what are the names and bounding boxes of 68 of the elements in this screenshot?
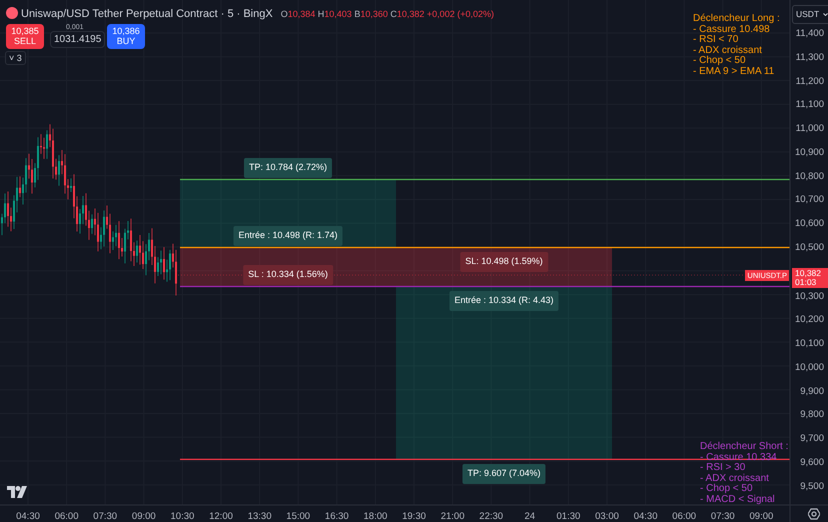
time-label: 06:00 [54,510,78,522]
take-profit-label: TP: 10.784 (2.72%) [244,158,332,178]
price-label: 10,300 [794,290,824,302]
time-label: 24 [524,510,536,522]
settings-icon[interactable] [808,508,820,520]
time-label: 18:00 [364,510,388,522]
price-label: 11,100 [796,99,824,110]
time-label: 22:30 [479,510,504,522]
time-label: 04:30 [16,510,40,522]
time-label: 01:30 [556,510,580,522]
time-label: 04:30 [634,510,658,522]
stop-loss-label: SL: 10.498 (1.59%) [460,252,548,272]
time-label: 03:00 [595,510,619,522]
price-label: 10,500 [794,242,824,254]
note-title: Déclencheur Long : [693,14,780,25]
price-label: 9,800 [800,409,824,420]
note-line: - RSI > 30 [700,463,746,474]
time-label: 15:00 [286,510,310,522]
note-line: - MACD < Signal [700,494,776,506]
price-label: 10,700 [794,194,824,206]
time-label: 07:30 [93,510,118,522]
coin-logo-icon [6,7,18,19]
price-label: 9,900 [800,386,824,397]
price-label: 9,600 [800,457,824,468]
take-profit-label: TP: 9.607 (7.04%) [462,464,546,484]
caret-icon [823,12,828,16]
price-label: 10,900 [794,146,824,158]
note-line: - ADX croissant [700,474,770,484]
note-line: - EMA 9 > EMA 11 [693,66,776,78]
quantity-field[interactable]: 1031.4195 [50,31,106,48]
price-label: 11,200 [796,76,824,87]
chart-title: Uniswap/USD Tether Perpetual Contract · 5 · BingX [21,7,273,22]
stop-loss-label: SL : 10.334 (1.56%) [243,265,333,285]
price-label: 9,700 [800,433,824,444]
price-label: 10,800 [794,170,824,182]
time-label: 13:30 [248,510,272,522]
price-label: 11,300 [796,52,824,63]
buy-button[interactable]: 10,386 BUY [107,24,145,49]
note-title: Déclencheur Short : [700,442,788,453]
price-label: 10,200 [794,314,824,326]
time-label: 07:30 [710,510,735,522]
ohlc-values: O10,384 H10,403 B10,360 C10,382 +0,002 (+0,02%) [280,8,494,21]
indicators-toggle[interactable]: ˅ 3 [5,51,26,65]
time-label: 21:00 [440,510,464,522]
note-line: - Chop < 50 [693,56,747,67]
time-label: 06:00 [672,510,696,522]
time-label: 10:30 [170,510,194,522]
price-label: 11,400 [796,28,824,39]
sell-button[interactable]: 10,385 SELL [6,24,44,49]
time-label: 16:30 [324,510,349,522]
time-label: 09:00 [750,510,774,522]
price-label: 11,000 [796,123,824,134]
time-label: 09:00 [132,510,156,522]
time-label: 12:00 [209,510,233,522]
price-label: 9,500 [800,480,824,492]
entry-label: Entrée : 10.334 (R: 4.43) [449,291,559,311]
note-line: - Chop < 50 [700,484,754,494]
time-label: 19:30 [402,510,426,522]
logo-icon[interactable] [7,486,27,498]
price-label: 10,600 [794,218,824,230]
price-label: 10,100 [794,338,824,350]
currency-dropdown[interactable]: USDT [792,5,828,24]
price-label: 10,000 [794,362,824,373]
note-line: - ADX croissant [693,46,763,56]
entry-label: Entrée : 10.498 (R: 1.74) [233,226,343,246]
note-line: - Cassure 10.498 [693,24,771,35]
last-price-tag: 10,382 01:03 [792,268,828,288]
note-line: - RSI < 70 [693,35,740,46]
